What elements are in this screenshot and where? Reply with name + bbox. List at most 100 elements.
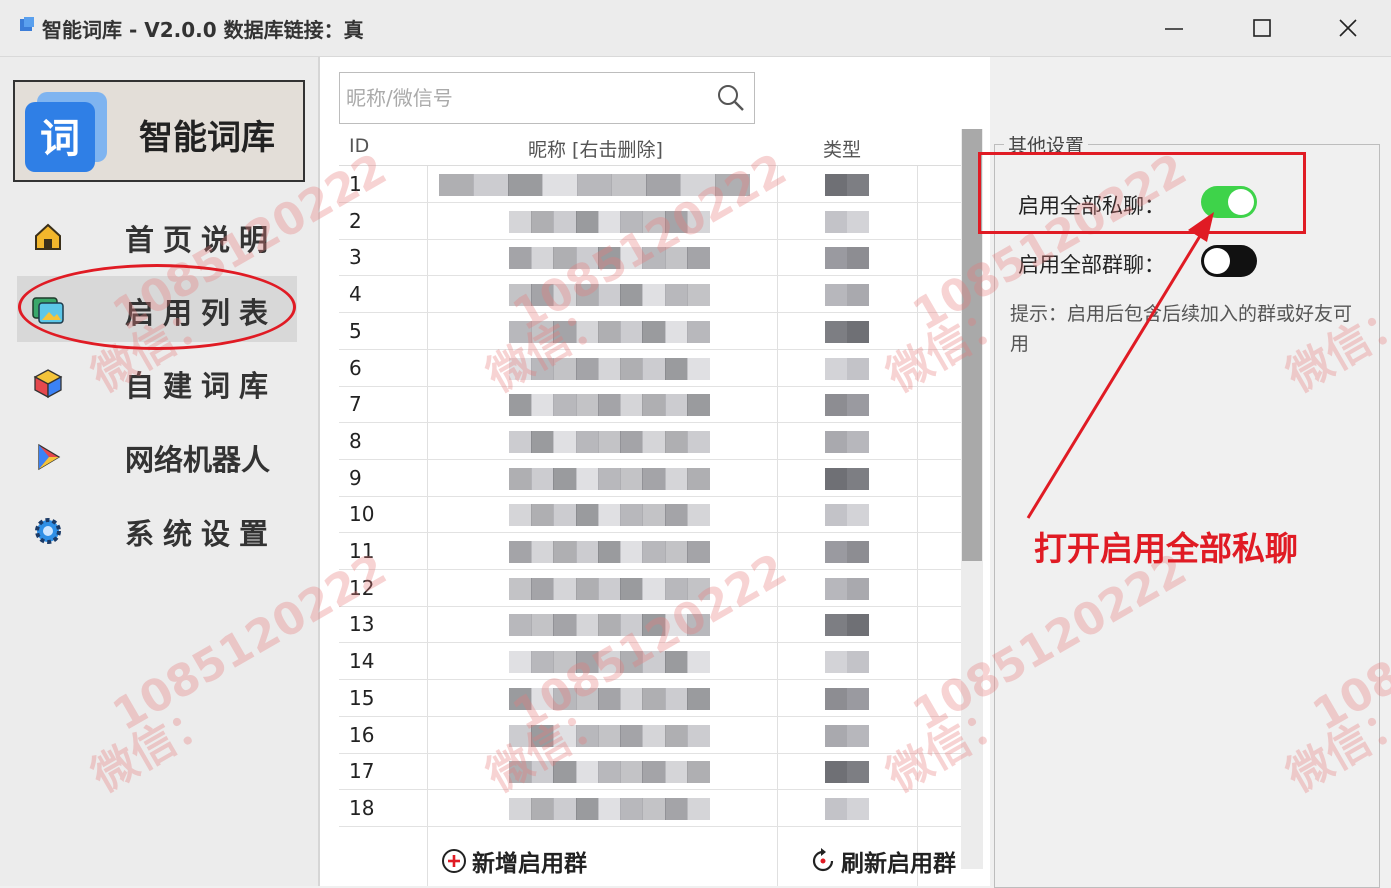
minimize-button[interactable] — [1152, 6, 1196, 50]
table-row[interactable]: 7 — [339, 386, 961, 423]
sidebar-item-custom-lexicon[interactable]: 自建词库 — [17, 349, 297, 415]
redacted-nickname-block — [509, 651, 532, 673]
row-id: 12 — [349, 576, 374, 600]
enabled-list-panel: ID 昵称 [右击删除] 类型 123456789101112131415161… — [320, 57, 990, 886]
redacted-nickname-block — [576, 688, 599, 710]
table-row[interactable]: 4 — [339, 276, 961, 313]
add-enabled-group-button[interactable]: 新增启用群 — [440, 841, 587, 881]
redacted-type-block — [847, 541, 869, 563]
redacted-nickname-block — [553, 431, 576, 453]
redacted-nickname-block — [642, 211, 665, 233]
table-row[interactable]: 9 — [339, 460, 961, 497]
redacted-nickname-block — [665, 358, 688, 380]
redacted-nickname-block — [598, 504, 621, 526]
table-row[interactable]: 14 — [339, 643, 961, 680]
redacted-nickname-block — [553, 211, 576, 233]
redacted-type-block — [825, 761, 847, 783]
list-scrollbar[interactable] — [961, 129, 983, 869]
redacted-type-block — [825, 358, 847, 380]
sidebar-item-label: 自建词库 — [125, 363, 277, 405]
home-icon — [31, 221, 65, 253]
app-logo: 词 — [23, 90, 109, 174]
redacted-nickname-block — [576, 541, 599, 563]
redacted-nickname-block — [553, 798, 576, 820]
redacted-type-block — [847, 431, 869, 453]
redacted-type-block — [825, 798, 847, 820]
table-row[interactable]: 3 — [339, 239, 961, 276]
redacted-nickname-block — [598, 614, 621, 636]
table-row[interactable]: 16 — [339, 717, 961, 754]
redacted-nickname-block — [642, 798, 665, 820]
redacted-nickname-block — [665, 211, 688, 233]
redacted-nickname-block — [553, 468, 576, 490]
redacted-nickname-block — [687, 798, 710, 820]
plus-circle-icon — [440, 847, 468, 875]
table-row[interactable]: 2 — [339, 203, 961, 240]
redacted-nickname-block — [687, 247, 710, 269]
refresh-enabled-group-button[interactable]: 刷新启用群 — [809, 841, 956, 881]
table-row[interactable]: 15 — [339, 680, 961, 717]
annotation-ellipse — [18, 264, 296, 350]
maximize-icon — [1251, 17, 1273, 39]
redacted-nickname-block — [680, 174, 715, 196]
maximize-button[interactable] — [1240, 6, 1284, 50]
close-button[interactable] — [1326, 6, 1370, 50]
redacted-type-block — [847, 211, 869, 233]
sidebar-item-network-robot[interactable]: 网络机器人 — [17, 423, 297, 489]
row-id: 4 — [349, 282, 362, 306]
redacted-nickname-block — [531, 541, 554, 563]
redacted-nickname-block — [665, 798, 688, 820]
redacted-nickname-block — [531, 247, 554, 269]
redacted-nickname-block — [509, 541, 532, 563]
redacted-nickname-block — [553, 541, 576, 563]
redacted-nickname-block — [665, 504, 688, 526]
redacted-nickname-block — [531, 688, 554, 710]
add-enabled-group-label: 新增启用群 — [472, 844, 587, 878]
redacted-nickname-block — [509, 211, 532, 233]
table-row[interactable]: 6 — [339, 350, 961, 387]
toggle-knob — [1204, 248, 1230, 274]
table-row[interactable]: 10 — [339, 496, 961, 533]
table-row[interactable]: 13 — [339, 606, 961, 643]
sidebar: 词 智能词库 首页说明 启用列表 自建词库 网络机器人 — [0, 57, 320, 886]
redacted-type-block — [825, 578, 847, 600]
redacted-type-block — [825, 247, 847, 269]
enabled-list-table: 123456789101112131415161718 — [339, 165, 961, 886]
redacted-nickname-block — [509, 578, 532, 600]
redacted-nickname-block — [642, 321, 665, 343]
row-id: 18 — [349, 796, 374, 820]
redacted-nickname-block — [598, 284, 621, 306]
table-row[interactable]: 1 — [339, 166, 961, 203]
redacted-nickname-block — [687, 504, 710, 526]
redacted-nickname-block — [531, 578, 554, 600]
minimize-icon — [1163, 17, 1185, 39]
redacted-nickname-block — [576, 725, 599, 747]
redacted-nickname-block — [642, 247, 665, 269]
redacted-nickname-block — [620, 394, 643, 416]
table-row[interactable]: 18 — [339, 790, 961, 827]
table-row[interactable]: 12 — [339, 570, 961, 607]
redacted-nickname-block — [715, 174, 750, 196]
redacted-nickname-block — [687, 431, 710, 453]
redacted-nickname-block — [531, 468, 554, 490]
table-row[interactable]: 8 — [339, 423, 961, 460]
table-row[interactable]: 17 — [339, 753, 961, 790]
table-row[interactable]: 11 — [339, 533, 961, 570]
redacted-nickname-block — [665, 321, 688, 343]
enable-all-group-toggle[interactable] — [1201, 245, 1257, 277]
redacted-nickname-block — [620, 798, 643, 820]
table-row[interactable]: 5 — [339, 313, 961, 350]
search-icon[interactable] — [716, 83, 746, 113]
sidebar-item-home[interactable]: 首页说明 — [17, 203, 297, 269]
redacted-type-block — [847, 798, 869, 820]
redacted-nickname-block — [620, 761, 643, 783]
redacted-nickname-block — [598, 651, 621, 673]
redacted-nickname-block — [531, 284, 554, 306]
redacted-type-block — [847, 725, 869, 747]
sidebar-item-settings[interactable]: 系统设置 — [17, 497, 297, 563]
redacted-nickname-block — [665, 614, 688, 636]
redacted-nickname-block — [665, 431, 688, 453]
redacted-type-block — [847, 761, 869, 783]
redacted-nickname-block — [620, 651, 643, 673]
search-input[interactable] — [344, 79, 708, 117]
